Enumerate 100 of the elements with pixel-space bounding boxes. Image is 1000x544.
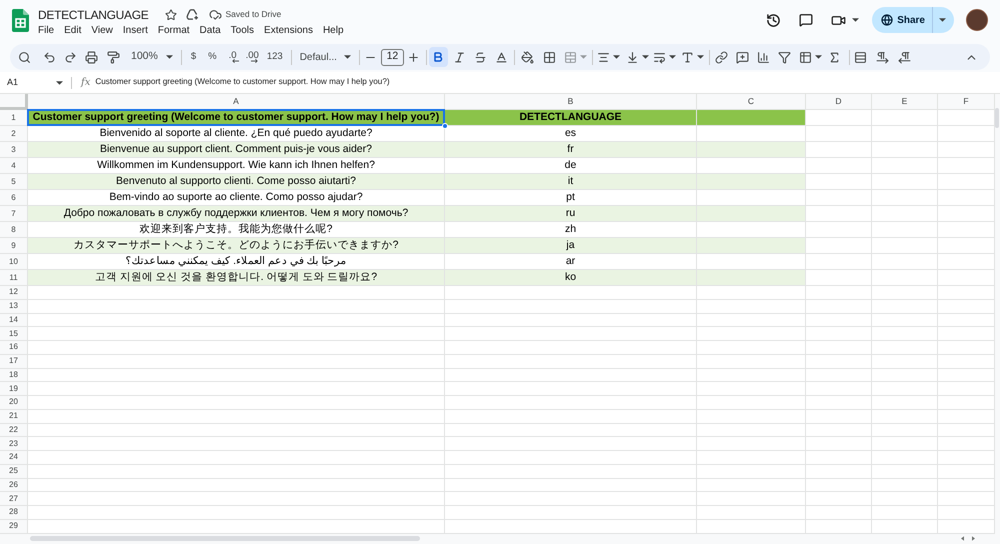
table-cell[interactable]: Добро пожаловать в службу поддержки клиентов. Чем я могу помочь? [28, 206, 444, 221]
wrap-text-icon[interactable] [652, 50, 666, 64]
zoom-dropdown[interactable]: 100% [131, 49, 173, 65]
strikethrough-icon[interactable] [474, 50, 487, 64]
row-header[interactable]: 1 [0, 110, 28, 125]
table-cell[interactable]: Bienvenue au support client. Comment puis-je vous aider? [28, 142, 444, 157]
table-cell[interactable]: ko [445, 270, 696, 285]
text-color-icon[interactable] [494, 50, 508, 64]
table-cell[interactable]: ar [445, 254, 696, 269]
menu-item[interactable]: Insert [122, 24, 148, 38]
menu-item[interactable]: View [91, 24, 113, 38]
filter-icon[interactable] [778, 50, 791, 64]
triangle-plus-icon[interactable] [186, 9, 198, 20]
table-cell[interactable]: مرحبًا بك في دعم العملاء. كيف يمكنني مساعدتك؟ [28, 254, 444, 269]
table-cell[interactable]: Bienvenido al soporte al cliente. ¿En qué puedo ayudarte? [28, 126, 444, 141]
row-header[interactable]: 3 [0, 142, 28, 157]
table-cell[interactable]: Willkommen im Kundensupport. Wie kann ich Ihnen helfen? [28, 158, 444, 173]
font-size-field[interactable]: 12 [380, 48, 404, 66]
scroll-left-icon[interactable] [961, 536, 964, 542]
number-format-button[interactable]: .00 [246, 51, 259, 63]
table-cell[interactable]: Benvenuto al supporto clienti. Come posso aiutarti? [28, 174, 444, 189]
menu-item[interactable]: File [38, 24, 54, 38]
row-header[interactable]: 18 [0, 368, 28, 382]
menu-item[interactable]: Extensions [264, 24, 313, 38]
column-header[interactable]: F [938, 94, 995, 110]
table-cell[interactable]: 欢迎来到客户支持。我能为您做什么呢? [28, 222, 444, 237]
menu-item[interactable]: Edit [64, 24, 82, 38]
row-header[interactable]: 23 [0, 437, 28, 450]
row-header[interactable]: 19 [0, 382, 28, 395]
row-header[interactable]: 10 [0, 254, 28, 269]
document-title[interactable]: DETECTLANGUAGE [38, 8, 148, 20]
number-format-button[interactable]: .0 [228, 51, 239, 63]
add-comment-icon[interactable] [736, 50, 749, 64]
row-header[interactable]: 14 [0, 314, 28, 326]
row-header[interactable]: 12 [0, 286, 28, 299]
link-icon[interactable] [714, 50, 728, 64]
table-cell[interactable]: it [445, 174, 696, 189]
menu-item[interactable]: Format [158, 24, 190, 38]
formula-input[interactable]: Customer support greeting (Welcome to customer support. How may I help you?) [95, 76, 390, 89]
row-header[interactable]: 28 [0, 506, 28, 519]
bold-button[interactable] [428, 47, 448, 67]
column-header[interactable]: C [697, 94, 806, 110]
row-header[interactable]: 21 [0, 410, 28, 422]
star-icon[interactable] [164, 8, 176, 20]
align-center-icon[interactable] [596, 50, 610, 64]
row-header[interactable]: 27 [0, 492, 28, 505]
redo-icon[interactable] [64, 50, 77, 64]
row-header[interactable]: 22 [0, 424, 28, 436]
menu-item[interactable]: Tools [230, 24, 254, 38]
row-header[interactable]: 6 [0, 190, 28, 205]
avatar[interactable] [966, 9, 988, 31]
row-header[interactable]: 15 [0, 327, 28, 340]
fill-handle[interactable] [442, 123, 448, 129]
column-header[interactable]: D [806, 94, 872, 110]
number-format-button[interactable]: $ [190, 52, 196, 62]
spreadsheet-logo-icon[interactable] [12, 9, 29, 32]
table-cell[interactable]: Customer support greeting (Welcome to customer support. How may I help you?) [28, 110, 444, 125]
sigma-icon[interactable] [828, 50, 841, 64]
column-header[interactable]: E [872, 94, 938, 110]
table-cell[interactable]: fr [445, 142, 696, 157]
history-icon[interactable] [766, 12, 782, 28]
number-format-button[interactable]: % [208, 52, 217, 62]
column-header[interactable]: B [445, 94, 697, 110]
share-button[interactable]: Share [872, 7, 932, 33]
column-header[interactable]: A [28, 94, 445, 110]
row-header[interactable]: 16 [0, 341, 28, 354]
cell-reference[interactable]: A1 [7, 76, 51, 90]
menu-item[interactable]: Help [322, 24, 344, 38]
table-cell[interactable]: zh [445, 222, 696, 237]
menu-item[interactable]: Data [200, 24, 221, 38]
font-dropdown[interactable]: Defaul... [300, 50, 351, 64]
undo-icon[interactable] [43, 50, 56, 64]
row-header[interactable]: 2 [0, 126, 28, 141]
italic-icon[interactable] [452, 50, 466, 64]
cloud-check-icon[interactable] [208, 8, 222, 21]
number-format-button[interactable]: 123 [266, 52, 283, 62]
share-options-button[interactable] [933, 7, 954, 33]
scrollbar-thumb[interactable] [30, 536, 420, 542]
row-header[interactable]: 13 [0, 300, 28, 312]
row-header[interactable]: 17 [0, 354, 28, 368]
search-icon[interactable] [18, 50, 31, 64]
print-icon[interactable] [85, 50, 98, 64]
chart-icon[interactable] [756, 50, 770, 64]
table-cell[interactable]: 고객 지원에 오신 것을 환영합니다. 어떻게 도와 드릴까요? [28, 270, 444, 285]
row-header[interactable]: 8 [0, 222, 28, 237]
pilcrow-left-arrow-icon[interactable] [898, 50, 911, 64]
row-header[interactable]: 9 [0, 238, 28, 253]
paint-bucket-icon[interactable] [520, 50, 534, 64]
table-cell[interactable]: DETECTLANGUAGE [445, 110, 696, 125]
table-cell[interactable]: es [445, 126, 696, 141]
row-header[interactable]: 5 [0, 174, 28, 189]
pilcrow-right-arrow-icon[interactable] [876, 50, 889, 64]
table-icon[interactable] [798, 50, 812, 64]
row-header[interactable]: 26 [0, 478, 28, 492]
scroll-right-icon[interactable] [972, 536, 975, 542]
paint-roller-icon[interactable] [107, 50, 120, 64]
table-cell[interactable]: カスタマーサポートへようこそ。どのようにお手伝いできますか? [28, 238, 444, 253]
table-cell[interactable]: pt [445, 190, 696, 205]
table-cell[interactable]: Bem-vindo ao suporte ao cliente. Como posso ajudar? [28, 190, 444, 205]
letter-t-icon[interactable] [680, 50, 694, 64]
